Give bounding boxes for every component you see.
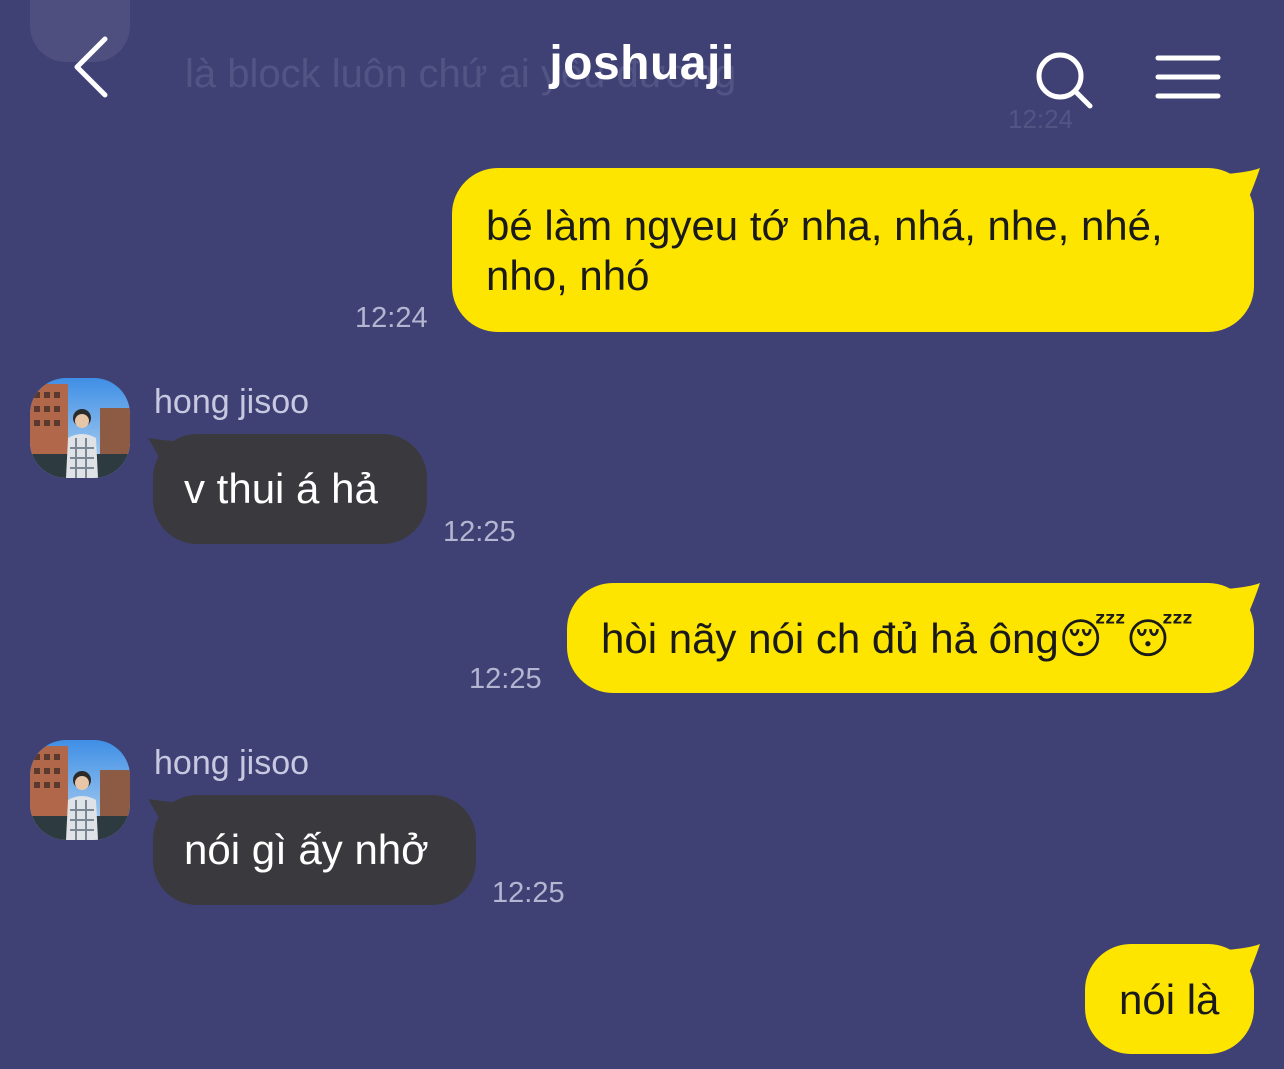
message-bubble-incoming[interactable]: v thui á hả xyxy=(153,434,427,544)
message-bubble-outgoing[interactable]: nói là xyxy=(1085,944,1254,1054)
sender-name: hong jisoo xyxy=(154,383,310,421)
search-button[interactable] xyxy=(1028,44,1102,118)
hamburger-menu-icon xyxy=(1155,55,1221,99)
message-text: bé làm ngyeu tớ nha, nhá, nhe, nhé, nho,… xyxy=(486,202,1163,299)
chat-screen: là block luôn chứ ai yêu đương 12:24 jos… xyxy=(0,0,1284,1069)
message-bubble-outgoing[interactable]: hòi nãy nói ch đủ hả ông😴😴 xyxy=(567,583,1254,693)
message-bubble-outgoing[interactable]: bé làm ngyeu tớ nha, nhá, nhe, nhé, nho,… xyxy=(452,168,1254,332)
sender-name: hong jisoo xyxy=(154,744,310,782)
avatar[interactable] xyxy=(30,378,130,478)
back-button[interactable] xyxy=(56,30,126,104)
avatar-image xyxy=(30,378,130,478)
avatar[interactable] xyxy=(30,740,130,840)
message-time: 12:25 xyxy=(492,877,565,909)
message-text: nói là xyxy=(1119,976,1220,1023)
chevron-left-icon xyxy=(74,36,108,98)
message-bubble-incoming[interactable]: nói gì ấy nhở xyxy=(153,795,476,905)
chat-header: joshuaji xyxy=(0,0,1284,140)
message-time: 12:24 xyxy=(355,302,428,334)
message-time: 12:25 xyxy=(443,516,516,548)
message-text: hòi nãy nói ch đủ hả ông😴😴 xyxy=(601,615,1194,662)
chat-title: joshuaji xyxy=(549,37,735,90)
message-text: v thui á hả xyxy=(184,465,378,512)
search-icon xyxy=(1036,52,1093,109)
avatar-image xyxy=(30,740,130,840)
message-text: nói gì ấy nhở xyxy=(184,826,429,873)
menu-button[interactable] xyxy=(1150,48,1226,108)
message-time: 12:25 xyxy=(469,663,542,695)
